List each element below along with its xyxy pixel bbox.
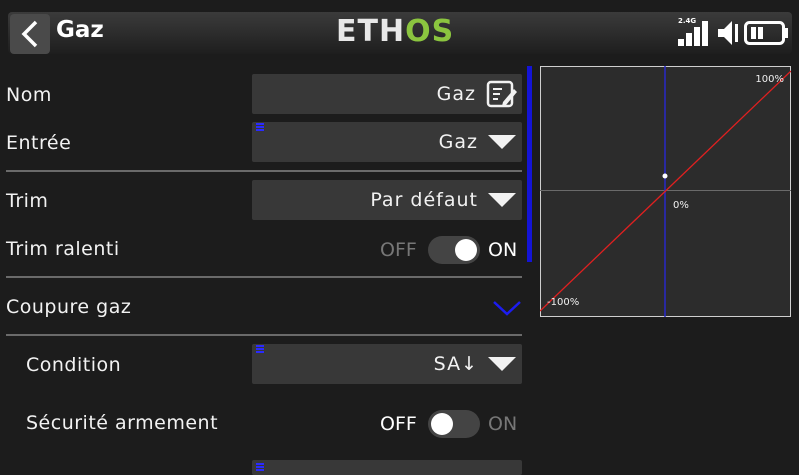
label-entree: Entrée — [6, 132, 72, 154]
toggle-off-label: OFF — [380, 413, 417, 435]
header-bar: Gaz ETHOS 2.4G — [0, 0, 799, 64]
toggle-off-label: OFF — [380, 239, 417, 261]
label-condition: Condition — [26, 354, 122, 376]
toggle-on-label: ON — [488, 413, 518, 435]
row-trim: Trim Par défaut — [0, 180, 524, 224]
dropdown-arrow-icon — [488, 357, 516, 371]
entree-value: Gaz — [438, 131, 478, 153]
row-coupure-gaz[interactable]: Coupure gaz — [0, 286, 524, 330]
back-button[interactable] — [10, 14, 50, 54]
chevron-left-icon — [21, 20, 38, 48]
curve-label-mid: 0% — [673, 200, 689, 211]
page-title: Gaz — [56, 17, 104, 43]
condition-value: SA↓ — [433, 353, 478, 375]
logo-part-eth: ETH — [336, 14, 406, 49]
trim-ralenti-toggle[interactable]: OFF ON — [380, 236, 522, 264]
dropdown-arrow-icon — [488, 135, 516, 149]
curve-point — [662, 173, 668, 179]
row-condition: Condition SA↓ — [0, 344, 524, 388]
trim-select[interactable]: Par défaut — [252, 180, 522, 220]
toggle-knob — [431, 413, 453, 435]
curve-label-min: -100% — [547, 297, 579, 308]
toggle-on-label: ON — [488, 239, 518, 261]
curve-preview: 100% 0% -100% — [539, 66, 792, 317]
label-coupure-gaz: Coupure gaz — [6, 296, 132, 318]
ethos-logo: ETHOS — [336, 14, 454, 49]
scrollbar[interactable] — [527, 66, 532, 262]
row-nom: Nom Gaz — [0, 74, 524, 118]
edit-icon — [486, 80, 517, 108]
entree-select[interactable]: Gaz — [252, 122, 522, 162]
divider — [6, 276, 522, 278]
label-trim: Trim — [6, 190, 49, 212]
logo-part-os: OS — [405, 14, 455, 49]
next-field[interactable] — [252, 460, 522, 475]
row-entree: Entrée Gaz — [0, 122, 524, 166]
dropdown-arrow-icon — [488, 193, 516, 207]
securite-armement-toggle[interactable]: OFF ON — [380, 410, 522, 438]
nom-value: Gaz — [436, 83, 476, 105]
row-trim-ralenti: Trim ralenti OFF ON — [0, 228, 524, 272]
chevron-down-icon[interactable] — [492, 299, 522, 317]
divider — [6, 334, 522, 336]
toggle-track — [428, 236, 480, 264]
curve-label-max: 100% — [755, 74, 784, 85]
label-trim-ralenti: Trim ralenti — [6, 238, 120, 260]
speaker-muted-icon — [716, 18, 740, 48]
battery-icon — [744, 18, 792, 48]
trim-value: Par défaut — [370, 189, 478, 211]
divider — [6, 170, 522, 172]
condition-select[interactable]: SA↓ — [252, 344, 522, 384]
toggle-knob — [455, 239, 477, 261]
source-marker-icon — [256, 123, 264, 131]
row-securite-armement: Sécurité armement OFF ON — [0, 402, 524, 446]
source-marker-icon — [256, 345, 264, 353]
nom-field[interactable]: Gaz — [252, 74, 522, 114]
source-marker-icon — [256, 463, 264, 471]
signal-strength-icon: 2.4G — [676, 17, 710, 48]
toggle-track — [428, 410, 480, 438]
label-securite-armement: Sécurité armement — [26, 412, 219, 434]
label-nom: Nom — [6, 84, 52, 106]
